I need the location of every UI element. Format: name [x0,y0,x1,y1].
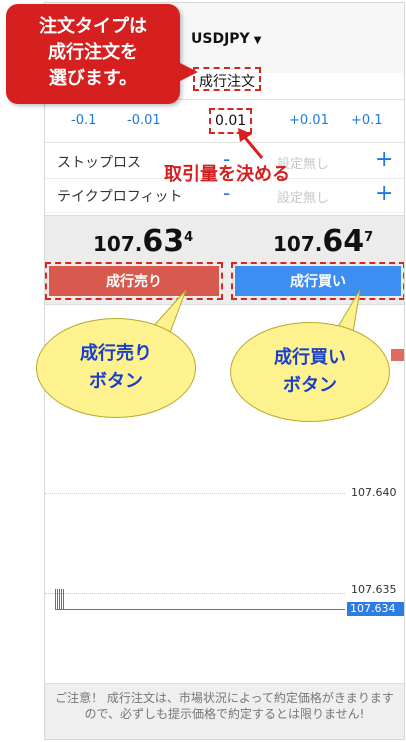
callout-line: 注文タイプは [39,16,147,37]
market-buy-button[interactable]: 成行買い [235,266,401,296]
market-order-notice: ご注意！ 成行注文は、市場状況によって約定価格がきまりますので、必ずしも提示価格… [45,683,404,739]
gridline [45,593,345,594]
bubble-line: ボタン [89,371,143,392]
sell-button-bubble: 成行売り ボタン [36,318,196,418]
callout-line: 選びます。 [48,68,138,89]
take-profit-plus-button[interactable]: + [375,181,393,206]
take-profit-label: テイクプロフィット [57,189,183,205]
chart-red-marker [391,349,404,361]
volume-value[interactable]: 0.01 [209,108,253,134]
callout-pointer [178,62,198,82]
current-price-line [55,609,345,610]
stop-loss-label: ストップロス [57,155,141,171]
volume-note: 取引量を決める [164,164,290,185]
volume-row: -0.1 -0.01 0.01 +0.01 +0.1 [45,99,404,143]
tick-label: 107.640 [351,486,397,499]
buy-price-prefix: 107. [273,232,323,256]
volume-step-minus-001[interactable]: -0.01 [127,113,161,128]
buy-price-sup: 7 [364,229,374,245]
buy-button-bubble: 成行買い ボタン [230,322,390,422]
order-type-selector[interactable]: 成行注文 [193,67,261,91]
sell-button-highlight: 成行売り [45,262,223,300]
stop-loss-plus-button[interactable]: + [375,147,393,172]
tick-label: 107.635 [351,583,397,596]
bubble-line: ボタン [283,375,337,396]
symbol-selector[interactable]: USDJPY ▼ [191,31,261,47]
bubble-line: 成行売り [80,343,152,364]
callout-line: 成行注文を [48,42,138,63]
sell-price-prefix: 107. [93,232,143,256]
price-spike [55,589,65,609]
bubble-line: 成行買い [274,347,346,368]
order-type-callout: 注文タイプは 成行注文を 選びます。 [6,4,198,104]
take-profit-value[interactable]: 設定無し [277,187,329,206]
volume-step-plus-01[interactable]: +0.1 [351,113,383,128]
buy-price-main: 64 [322,224,365,259]
sell-price-sup: 4 [184,229,194,245]
buy-price: 107.647 [273,224,373,259]
caret-down-icon: ▼ [253,35,262,46]
volume-step-minus-01[interactable]: -0.1 [71,113,96,128]
market-sell-button[interactable]: 成行売り [49,266,219,296]
volume-step-plus-001[interactable]: +0.01 [289,113,329,128]
sell-price-main: 63 [142,224,185,259]
sell-price: 107.634 [93,224,193,259]
current-price-tag: 107.634 [347,602,404,616]
symbol-label: USDJPY [191,31,250,47]
gridline [45,493,345,494]
buy-button-highlight: 成行買い [231,262,404,300]
